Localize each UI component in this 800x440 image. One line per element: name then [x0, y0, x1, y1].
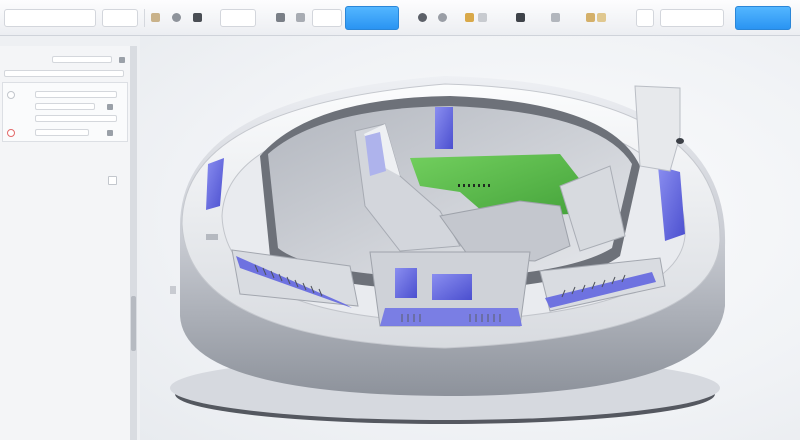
model-render [170, 76, 726, 424]
reset-icon[interactable] [107, 104, 113, 110]
move-icon[interactable] [151, 13, 160, 22]
material-icon[interactable] [107, 130, 113, 136]
toggle-visibility[interactable] [7, 91, 15, 99]
lock-icon[interactable] [7, 129, 15, 137]
panel-scrollbar[interactable] [130, 46, 137, 440]
align-icon[interactable] [586, 13, 595, 22]
panel-header-input[interactable] [52, 56, 112, 63]
pan-icon[interactable] [296, 13, 305, 22]
properties-panel [0, 46, 137, 440]
scrollbar-thumb[interactable] [131, 296, 136, 351]
select-icon[interactable] [172, 13, 181, 22]
file-path-field[interactable] [4, 9, 96, 27]
secondary-action-button[interactable] [735, 6, 791, 30]
panel-row [2, 68, 129, 80]
toolbar-divider [144, 9, 145, 27]
cad-application [0, 0, 800, 440]
blue-window-center [432, 274, 472, 300]
snap-icon[interactable] [597, 13, 606, 22]
camera-icon[interactable] [516, 13, 525, 22]
blue-window-left [395, 268, 417, 298]
rotate-icon[interactable] [418, 13, 427, 22]
panel-expand-icon[interactable] [108, 176, 117, 185]
search-input[interactable] [660, 9, 724, 27]
light-icon[interactable] [551, 13, 560, 22]
tower-sensor [676, 138, 684, 144]
panel-menu-icon[interactable] [119, 57, 125, 63]
panel-header-row [2, 54, 129, 66]
top-toolbar [0, 0, 800, 36]
panel-filter-input[interactable] [4, 70, 124, 77]
position-input[interactable] [35, 91, 117, 98]
rim-clip [170, 286, 176, 294]
blue-panel-back [435, 107, 453, 149]
scale-field[interactable] [636, 9, 654, 27]
rotation-input[interactable] [35, 103, 95, 110]
transform-section [2, 82, 128, 142]
primary-action-button[interactable] [345, 6, 399, 30]
document-icon[interactable] [478, 13, 487, 22]
layer-icon[interactable] [276, 13, 285, 22]
zoom-icon[interactable] [193, 13, 202, 22]
option-field[interactable] [312, 9, 342, 27]
folder-icon[interactable] [465, 13, 474, 22]
scale-input[interactable] [35, 115, 117, 122]
rim-bracket [206, 234, 218, 240]
material-input[interactable] [35, 129, 89, 136]
value-field[interactable] [220, 9, 256, 27]
blue-ledge-front [380, 308, 522, 326]
mode-field[interactable] [102, 9, 138, 27]
rear-tower [634, 85, 681, 172]
view-icon[interactable] [438, 13, 447, 22]
3d-viewport[interactable] [140, 36, 800, 440]
